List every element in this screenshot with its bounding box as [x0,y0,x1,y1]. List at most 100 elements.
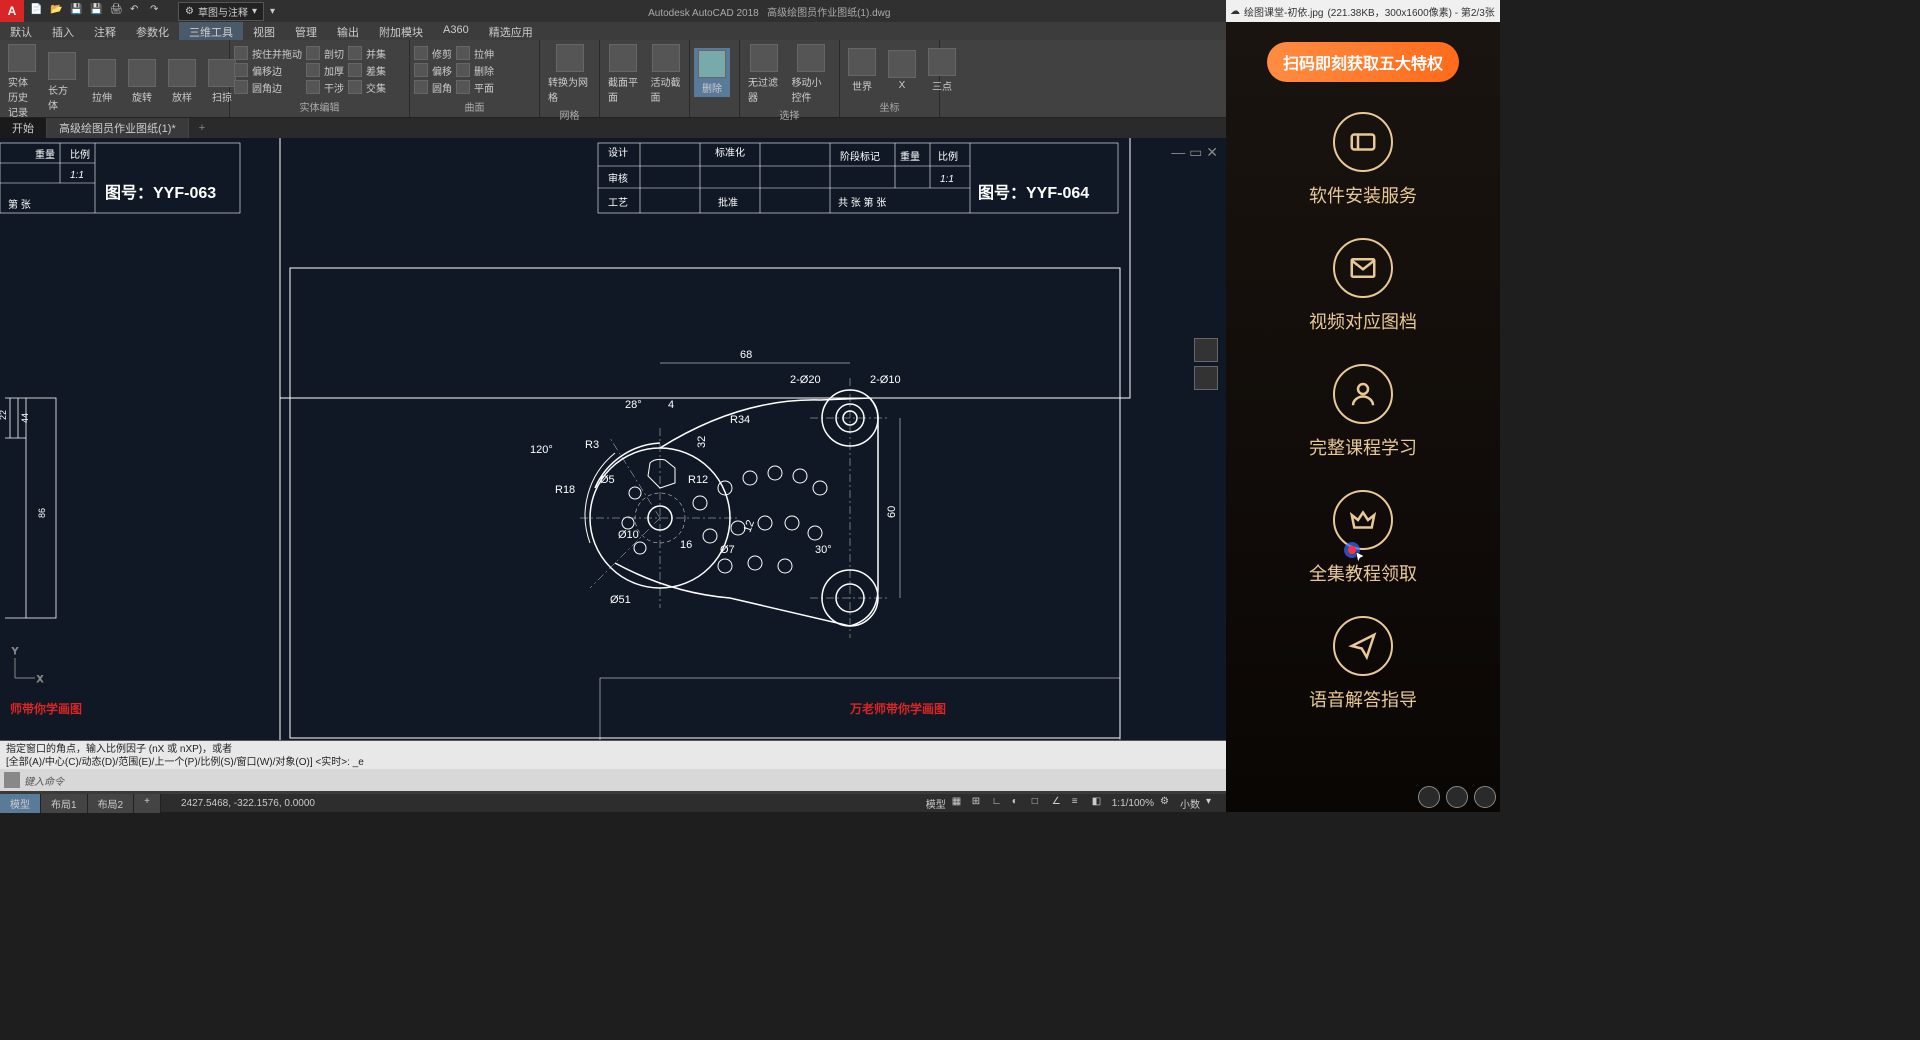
svg-text:60: 60 [886,506,898,518]
zoom-readout[interactable]: 1:1/100% [1112,798,1154,809]
tab-manage[interactable]: 管理 [285,22,327,40]
customize-icon[interactable]: ▾ [1206,796,1220,810]
revolve-button[interactable]: 旋转 [124,57,160,106]
box-button[interactable]: 长方体 [44,50,80,114]
layout-tab-add[interactable]: + [134,794,161,813]
presspull-button[interactable]: 按住并拖动 [252,46,302,61]
snap-icon[interactable]: ⊞ [972,796,986,810]
layout-tab-2[interactable]: 布局2 [88,794,135,813]
new-tab-button[interactable]: + [189,120,215,136]
erase-button[interactable]: 删除 [694,48,730,97]
polar-icon[interactable]: ◐ [1012,796,1026,810]
svg-text:比例: 比例 [938,150,958,163]
3point-button[interactable]: 三点 [924,46,960,95]
viewer-br-controls [1418,786,1496,808]
solidhistory-button[interactable]: 实体历史记录 [4,42,40,121]
panel-surface-label[interactable]: 曲面 [414,98,535,115]
save-icon[interactable]: 💾 [70,4,84,18]
ortho-icon[interactable]: ∟ [992,796,1006,810]
model-toggle[interactable]: 模型 [926,796,946,811]
redo-icon[interactable]: ↷ [150,4,164,18]
viewport-controls[interactable]: — ▭ ✕ [1171,144,1218,161]
units-readout[interactable]: 小数 [1180,796,1200,811]
tab-a360[interactable]: A360 [433,22,479,40]
x-button[interactable]: X [884,48,920,93]
tab-addins[interactable]: 附加模块 [369,22,433,40]
gear2-icon[interactable]: ⚙ [1160,796,1174,810]
slice-button[interactable]: 剖切 [324,46,344,61]
panel-mesh-label[interactable]: 网格 [544,106,595,123]
filletedge-button[interactable]: 圆角边 [252,80,282,95]
undo-icon[interactable]: ↶ [130,4,144,18]
saveas-icon[interactable]: 💾 [90,4,104,18]
union-button[interactable]: 并集 [366,46,386,61]
nofilter-button[interactable]: 无过滤器 [744,42,784,106]
svg-text:Ø51: Ø51 [610,594,631,606]
tab-featured[interactable]: 精选应用 [479,22,543,40]
coordinates-readout: 2427.5468, -322.1576, 0.0000 [181,798,315,809]
subtract-button[interactable]: 差集 [366,63,386,78]
ticket-icon [1348,127,1378,157]
interfere-button[interactable]: 干涉 [324,80,344,95]
offsetedge-button[interactable]: 偏移边 [252,63,282,78]
livesection-button[interactable]: 活动截面 [647,42,686,106]
svg-text:工艺: 工艺 [608,197,628,209]
svg-text:图号：YYF-063: 图号：YYF-063 [105,184,216,202]
fillet-button[interactable]: 圆角 [432,80,452,95]
tab-drawing1[interactable]: 高级绘图员作业图纸(1)* [47,118,189,138]
command-input[interactable]: 键入命令 [0,769,1226,791]
svg-text:1:1: 1:1 [940,174,954,185]
panel-solidedit-label[interactable]: 实体编辑 [234,98,405,115]
layout-tab-1[interactable]: 布局1 [41,794,88,813]
sectionplane-button[interactable]: 截面平面 [604,42,643,106]
otrack-icon[interactable]: ∠ [1052,796,1066,810]
transparency-icon[interactable]: ◧ [1092,796,1106,810]
pan-icon[interactable] [1194,338,1218,362]
layout-tab-model[interactable]: 模型 [0,794,41,813]
intersect-button[interactable]: 交集 [366,80,386,95]
tab-insert[interactable]: 插入 [42,22,84,40]
tab-view[interactable]: 视图 [243,22,285,40]
navbar[interactable] [1194,338,1218,390]
drawing-canvas[interactable]: 重量 比例 1:1 第 张 图号：YYF-063 设计 标准化 阶段标记 重量 … [0,138,1226,740]
world-button[interactable]: 世界 [844,46,880,95]
trim-button[interactable]: 修剪 [432,46,452,61]
promo-image[interactable]: 扫码即刻获取五大特权 软件安装服务 视频对应图档 完整课程学习 全集教程领取 语… [1226,22,1500,812]
panel-selection-label[interactable]: 选择 [744,106,835,123]
viewer-zoomout-button[interactable] [1418,786,1440,808]
image-viewer-titlebar[interactable]: ☁ 绘图课堂-初依.jpg (221.38KB，300x1600像素) - 第2… [1226,0,1500,22]
convertmesh-button[interactable]: 转换为网格 [544,42,595,106]
panel-coord-label[interactable]: 坐标 [844,98,935,115]
svg-text:R18: R18 [555,484,575,496]
delete-button[interactable]: 删除 [474,63,494,78]
tab-output[interactable]: 输出 [327,22,369,40]
tab-default[interactable]: 默认 [0,22,42,40]
extrude-button[interactable]: 拉伸 [84,57,120,106]
orbit-icon[interactable] [1194,366,1218,390]
tab-start[interactable]: 开始 [0,118,47,138]
workspace-dropdown[interactable]: ⚙ 草图与注释 ▾ [178,2,264,21]
image-info: (221.38KB，300x1600像素) - 第2/3张 [1327,4,1494,19]
print-icon[interactable]: 🖨 [110,4,124,18]
person-icon [1348,379,1378,409]
loft-button[interactable]: 放样 [164,57,200,106]
extend-button[interactable]: 拉伸 [474,46,494,61]
command-line: 指定窗口的角点，输入比例因子 (nX 或 nXP)，或者 [全部(A)/中心(C… [0,740,1226,794]
viewer-zoomin-button[interactable] [1446,786,1468,808]
new-icon[interactable]: 📄 [30,4,44,18]
svg-text:师带你学画图: 师带你学画图 [10,701,82,716]
tab-parametric[interactable]: 参数化 [126,22,179,40]
osnap-icon[interactable]: □ [1032,796,1046,810]
grid-icon[interactable]: ▦ [952,796,966,810]
tab-annotate[interactable]: 注释 [84,22,126,40]
svg-text:阶段标记: 阶段标记 [840,150,880,163]
tab-3dtools[interactable]: 三维工具 [179,22,243,40]
viewer-fit-button[interactable] [1474,786,1496,808]
app-logo[interactable]: A [0,0,24,22]
offset-button[interactable]: 偏移 [432,63,452,78]
lineweight-icon[interactable]: ≡ [1072,796,1086,810]
thicken-button[interactable]: 加厚 [324,63,344,78]
movegizmo-button[interactable]: 移动小控件 [788,42,835,106]
open-icon[interactable]: 📂 [50,4,64,18]
planar-button[interactable]: 平面 [474,80,494,95]
